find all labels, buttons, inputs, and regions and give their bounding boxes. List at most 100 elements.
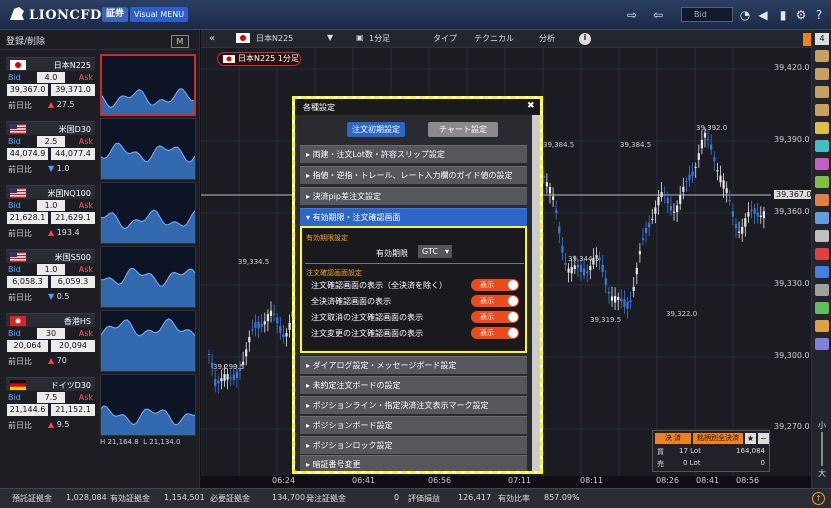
chart-symbol-select[interactable]: 日本N225 — [256, 33, 293, 44]
grid-tool-icon[interactable] — [815, 302, 829, 314]
fibonacci-tool-icon[interactable] — [815, 140, 829, 152]
toggle-settle-all-confirm[interactable]: 表示 — [471, 295, 519, 307]
section-expiry-confirm[interactable]: ▾ 有効期限・注文確認画面 — [300, 208, 527, 226]
section-position-lock[interactable]: ▸ ポジションロック設定 — [300, 436, 527, 454]
m-button[interactable]: M — [171, 35, 189, 48]
ask-price-button[interactable]: 6,059.3 — [51, 276, 95, 288]
zoom-slider[interactable] — [821, 432, 823, 466]
eye-tool-icon[interactable] — [815, 338, 829, 350]
clock-icon[interactable]: ◔ — [738, 8, 752, 22]
mini-chart[interactable] — [100, 182, 196, 244]
visual-menu-button[interactable]: Visual MENU — [130, 7, 188, 22]
export-icon[interactable]: ⇨ — [625, 8, 639, 22]
rect-tool-icon[interactable] — [815, 230, 829, 242]
account-status-bar: 預託証拠金 1,028,084 有効証拠金 1,154,501 必要証拠金 13… — [0, 488, 831, 508]
ask-price-button[interactable]: 21,629.1 — [51, 212, 95, 224]
section-dialog-message[interactable]: ▸ ダイアログ設定・メッセージボード設定 — [300, 356, 527, 374]
x-tick: 08:56 — [736, 476, 760, 485]
y-tick: 39,300.0 — [774, 351, 810, 360]
ask-price-button[interactable]: 39,371.0 — [51, 84, 95, 96]
bid-price-button[interactable]: 21,144.6 — [7, 404, 48, 416]
chart-period-select[interactable]: 1分足 — [369, 33, 390, 44]
chart-annotation: 39,322.0 — [666, 310, 698, 318]
info-icon[interactable]: i — [579, 33, 591, 45]
ask-price-button[interactable]: 20,094 — [51, 340, 95, 352]
bid-price-button[interactable]: 6,058.3 — [7, 276, 48, 288]
horizontal-tool-icon[interactable] — [815, 86, 829, 98]
symbol-quote[interactable]: 香港HS Bid 30 Ask 20,064 20,094 前日比 ▲ 70 — [4, 310, 97, 372]
lock-tool-icon[interactable] — [815, 320, 829, 332]
import-icon[interactable]: ⇦ — [651, 8, 665, 22]
symbol-card[interactable]: 米国NQ100 Bid 1.0 Ask 21,628.1 21,629.1 前日比 ▲ 193… — [4, 182, 198, 254]
wave-tool-icon[interactable] — [815, 176, 829, 188]
bid-price-button[interactable]: 20,064 — [7, 340, 48, 352]
section-pip-order[interactable]: ▸ 決済pip差注文設定 — [300, 187, 527, 205]
mini-chart[interactable] — [100, 310, 196, 372]
section-pin-change[interactable]: ▸ 暗証番号変更 — [300, 455, 527, 471]
toggle-cancel-confirm[interactable]: 表示 — [471, 311, 519, 323]
dialog-scrollbar[interactable] — [532, 115, 540, 471]
section-guide-values[interactable]: ▸ 指値・逆指・トレール、レート入力欄のガイド値の設定 — [300, 166, 527, 184]
mini-chart[interactable] — [100, 374, 196, 436]
symbol-quote[interactable]: 米国NQ100 Bid 1.0 Ask 21,628.1 21,629.1 前日比 ▲ 193… — [4, 182, 97, 244]
mini-chart[interactable] — [100, 118, 196, 180]
section-position-board[interactable]: ▸ ポジションボード設定 — [300, 416, 527, 434]
megaphone-icon[interactable]: ◀ — [756, 8, 770, 22]
bid-price-button[interactable]: 44,074.9 — [7, 148, 48, 160]
delete-tool-icon[interactable] — [815, 248, 829, 260]
symbol-quote[interactable]: 米国D30 Bid 2.5 Ask 44,074.9 44,077.4 前日比 ▼ 1.0 — [4, 118, 97, 180]
toggle-row: 全決済確認画面の表示 表示 — [311, 295, 523, 308]
scroll-top-icon[interactable]: ↑ — [812, 492, 825, 505]
chart-analysis-menu[interactable]: 分析 — [539, 33, 555, 44]
symbol-quote[interactable]: 日本N225 Bid 4.0 Ask 39,367.0 39,371.0 前日比 ▲ 27.5 — [4, 54, 97, 116]
section-lot-slip[interactable]: ▸ 両建・注文Lot数・許容スリップ設定 — [300, 145, 527, 163]
symbol-quote[interactable]: 米国S500 Bid 1.0 Ask 6,058.3 6,059.3 前日比 ▼ 0.5 — [4, 246, 97, 308]
symbol-card[interactable]: 香港HS Bid 30 Ask 20,064 20,094 前日比 ▲ 70 H 20,091 … — [4, 310, 198, 382]
gann-tool-icon[interactable] — [815, 158, 829, 170]
symbol-card[interactable]: 米国D30 Bid 2.5 Ask 44,074.9 44,077.4 前日比 ▼ 1.0 H … — [4, 118, 198, 190]
help-icon[interactable]: ? — [812, 8, 826, 22]
layout-count[interactable]: 4 — [815, 33, 829, 45]
bar-chart-icon[interactable]: ▮ — [776, 8, 790, 22]
chart-technical-menu[interactable]: テクニカル — [474, 33, 514, 44]
x-tick: 08:26 — [656, 476, 680, 485]
star-icon[interactable]: ★ — [745, 433, 756, 444]
mini-chart[interactable] — [100, 246, 196, 308]
settle-all-button[interactable]: 銘柄別全決済 — [693, 433, 743, 444]
ask-price-button[interactable]: 44,077.4 — [51, 148, 95, 160]
vertical-tool-icon[interactable] — [815, 104, 829, 116]
chevron-down-icon[interactable]: ▼ — [327, 33, 333, 42]
settle-button[interactable]: 決 済 — [655, 433, 691, 444]
arrow-tool-icon[interactable] — [815, 194, 829, 206]
collapse-icon[interactable]: « — [209, 33, 215, 44]
text-tool-icon[interactable] — [815, 212, 829, 224]
chart-type-menu[interactable]: タイプ — [433, 33, 457, 44]
bid-ask-select[interactable]: Bid — [681, 7, 733, 22]
symbol-card[interactable]: 日本N225 Bid 4.0 Ask 39,367.0 39,371.0 前日比 ▲ 27.5… — [4, 54, 198, 126]
expiry-select[interactable]: GTC ▾ — [418, 245, 452, 258]
ask-price-button[interactable]: 21,152.1 — [51, 404, 95, 416]
symbol-card[interactable]: 米国S500 Bid 1.0 Ask 6,058.3 6,059.3 前日比 ▼ 0.5 H 6… — [4, 246, 198, 318]
cursor-tool-icon[interactable] — [815, 266, 829, 278]
register-label[interactable]: 登録/削除 — [6, 37, 45, 47]
section-position-line[interactable]: ▸ ポジションライン・指定決済注文表示マーク設定 — [300, 396, 527, 414]
trend-tool-icon[interactable] — [815, 68, 829, 80]
minimize-icon[interactable]: − — [758, 433, 769, 444]
gear-icon[interactable]: ⚙ — [794, 8, 808, 22]
bid-price-button[interactable]: 21,628.1 — [7, 212, 48, 224]
change-value: ▲ 9.5 — [48, 420, 70, 429]
close-icon[interactable]: ✖ — [527, 102, 536, 111]
toggle-order-confirm[interactable]: 表示 — [471, 279, 519, 291]
tab-chart-settings[interactable]: チャート設定 — [428, 122, 498, 137]
section-pending-board[interactable]: ▸ 未約定注文ボードの設定 — [300, 376, 527, 394]
symbol-quote[interactable]: ドイツD30 Bid 7.5 Ask 21,144.6 21,152.1 前日比 ▲ 9.5 — [4, 374, 97, 436]
channel-tool-icon[interactable] — [815, 122, 829, 134]
mini-chart[interactable] — [100, 54, 196, 116]
toggle-modify-confirm[interactable]: 表示 — [471, 327, 519, 339]
line-tool-icon[interactable] — [815, 50, 829, 62]
symbol-card[interactable]: ドイツD30 Bid 7.5 Ask 21,144.6 21,152.1 前日比 ▲ 9.5 H… — [4, 374, 198, 446]
magnet-tool-icon[interactable] — [815, 284, 829, 296]
bid-price-button[interactable]: 39,367.0 — [7, 84, 48, 96]
shoken-button[interactable]: 証券 — [102, 7, 128, 22]
tab-order-settings[interactable]: 注文初期設定 — [347, 122, 405, 137]
